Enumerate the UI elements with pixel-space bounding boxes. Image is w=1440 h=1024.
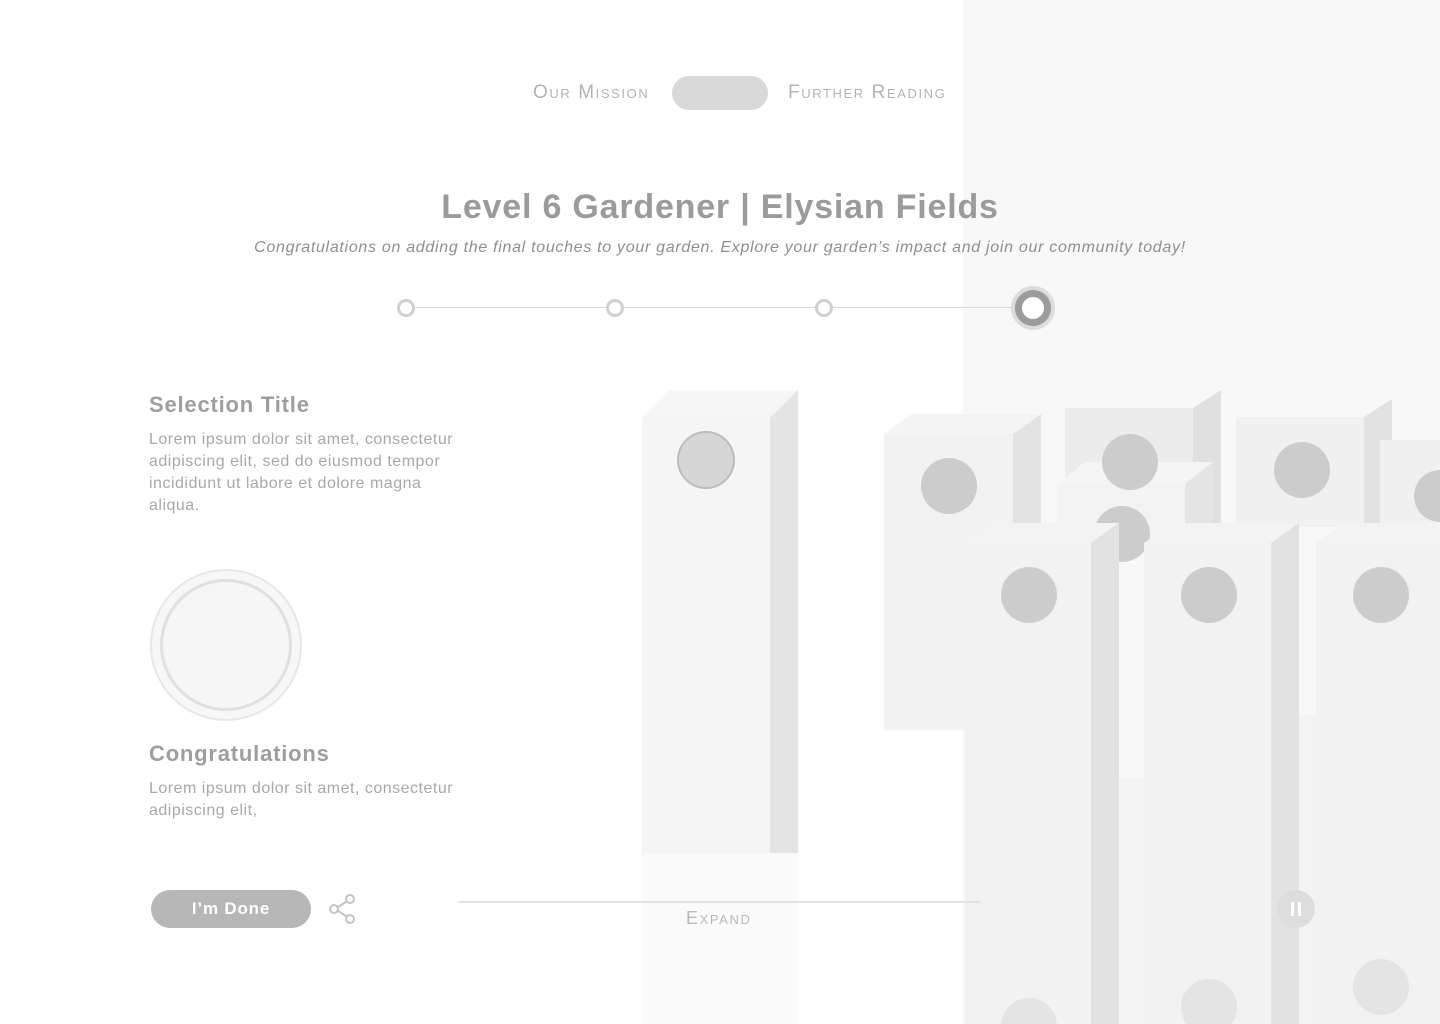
expand-button[interactable]: Expand bbox=[686, 908, 751, 929]
nav-center-toggle[interactable] bbox=[672, 76, 768, 110]
im-done-button[interactable]: I’m Done bbox=[151, 890, 311, 928]
step-2[interactable] bbox=[606, 299, 624, 317]
badge-icon bbox=[150, 569, 302, 721]
pause-button[interactable] bbox=[1277, 890, 1315, 928]
stepper-track bbox=[406, 307, 1033, 308]
garden-point-6[interactable] bbox=[1094, 506, 1150, 562]
nav-further-reading[interactable]: Further Reading bbox=[788, 82, 946, 104]
garden-point-4[interactable] bbox=[1274, 442, 1330, 498]
garden-point-1[interactable] bbox=[677, 431, 735, 489]
congratulations-description: Lorem ipsum dolor sit amet, consectetur … bbox=[149, 780, 454, 819]
garden-point-2[interactable] bbox=[921, 458, 977, 514]
page-subtitle: Congratulations on adding the final touc… bbox=[254, 239, 1186, 256]
scene-background-panel bbox=[963, 0, 1440, 1024]
garden-point-7[interactable] bbox=[1001, 567, 1057, 623]
page: Our Mission Further Reading Level 6 Gard… bbox=[0, 0, 1440, 1024]
step-1[interactable] bbox=[397, 299, 415, 317]
pause-icon-bar bbox=[1298, 902, 1301, 916]
top-nav: Our Mission Further Reading bbox=[0, 76, 1440, 110]
pause-icon bbox=[1291, 902, 1294, 916]
congratulations-title: Congratulations bbox=[149, 741, 330, 766]
step-4-active[interactable] bbox=[1015, 290, 1051, 326]
share-icon[interactable] bbox=[326, 893, 358, 925]
garden-point-8[interactable] bbox=[1181, 567, 1237, 623]
selection-description: Lorem ipsum dolor sit amet, consectetur … bbox=[149, 431, 454, 514]
badge-inner-circle bbox=[160, 579, 292, 711]
page-title: Level 6 Gardener | Elysian Fields bbox=[441, 188, 999, 226]
expand-divider bbox=[459, 901, 980, 903]
nav-our-mission[interactable]: Our Mission bbox=[533, 82, 649, 104]
step-3[interactable] bbox=[815, 299, 833, 317]
garden-point-12[interactable] bbox=[1353, 959, 1409, 1015]
progress-stepper bbox=[0, 290, 1440, 326]
garden-point-9[interactable] bbox=[1353, 567, 1409, 623]
garden-point-3[interactable] bbox=[1102, 434, 1158, 490]
selection-title: Selection Title bbox=[149, 392, 310, 417]
